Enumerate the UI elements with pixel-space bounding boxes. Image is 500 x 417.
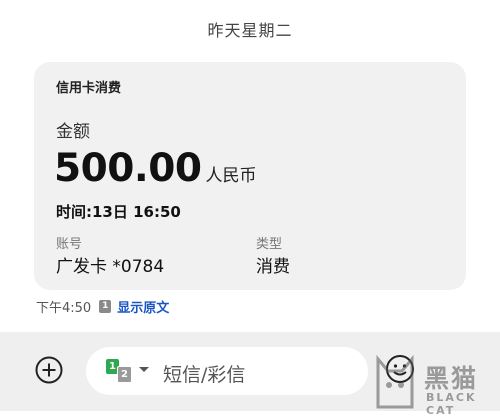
message-time: 下午4:50 (36, 301, 92, 316)
show-original-link[interactable]: 显示原文 (117, 297, 169, 316)
chevron-down-icon (139, 367, 149, 372)
message-meta: 下午4:50 1 显示原文 (36, 297, 169, 316)
amount-value: 500.00 (54, 146, 202, 191)
watermark: 黑猫 BLACK CAT (370, 355, 500, 417)
account-label: 账号 (56, 237, 83, 252)
type-value: 消费 (256, 257, 290, 277)
card-title: 信用卡消费 (56, 81, 122, 96)
add-button[interactable] (35, 356, 63, 384)
amount-currency: 人民币 (205, 166, 257, 186)
watermark-cn: 黑猫 (424, 364, 479, 393)
message-input[interactable]: 1 2 短信/彩信 (86, 347, 368, 395)
sim-selector[interactable]: 1 2 (106, 359, 158, 383)
watermark-en: BLACK CAT (426, 391, 477, 417)
date-header: 昨天星期二 (207, 21, 293, 40)
type-label: 类型 (256, 237, 283, 252)
black-cat-logo-icon (376, 355, 414, 409)
add-circle-icon (35, 356, 63, 384)
account-value: 广发卡 *0784 (56, 257, 165, 277)
amount-label: 金额 (56, 122, 90, 142)
message-card[interactable]: 信用卡消费 金额 500.00 人民币 时间:13日 16:50 账号 广发卡 *… (34, 62, 466, 290)
input-placeholder: 短信/彩信 (163, 364, 246, 386)
transaction-time: 时间:13日 16:50 (56, 203, 181, 221)
amount-row: 500.00 人民币 (54, 146, 257, 191)
sim2-icon: 2 (117, 366, 132, 383)
sim-badge-icon: 1 (99, 300, 112, 313)
